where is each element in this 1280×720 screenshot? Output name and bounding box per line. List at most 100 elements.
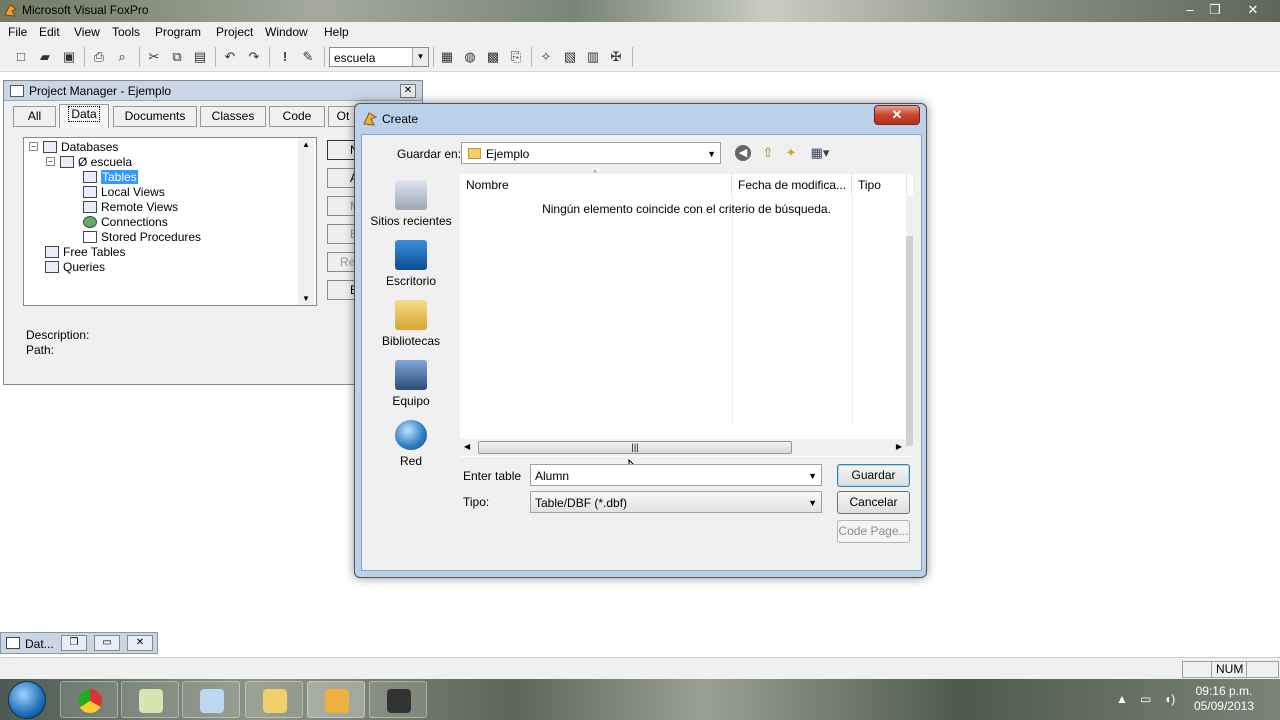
new-file-icon[interactable]: □ (12, 48, 30, 66)
menu-help[interactable]: Help (324, 25, 349, 39)
close-button[interactable]: ✕ (1238, 1, 1268, 19)
start-button[interactable] (8, 681, 46, 719)
scroll-right-icon[interactable]: ▶ (896, 442, 902, 451)
new-folder-icon[interactable]: ✦ (782, 144, 800, 162)
tab-classes[interactable]: Classes (200, 106, 266, 127)
up-folder-icon[interactable]: ⇧ (759, 144, 777, 162)
taskbar-foxpro[interactable] (307, 681, 365, 718)
wizard-icon[interactable]: ✧ (537, 48, 555, 66)
back-icon[interactable]: ◀ (735, 145, 751, 161)
volume-icon[interactable]: ◖) (1164, 692, 1175, 706)
list-vertical-scrollbar[interactable] (906, 196, 913, 456)
column-header-modified[interactable]: Fecha de modifica... (732, 174, 852, 196)
chevron-down-icon[interactable]: ▼ (707, 149, 716, 159)
place-libraries[interactable]: Bibliotecas (362, 300, 460, 348)
paste-icon[interactable]: ▤ (191, 48, 209, 66)
database-combo[interactable]: escuela ▼ (329, 47, 429, 67)
menu-project[interactable]: Project (216, 25, 253, 39)
scroll-up-icon[interactable]: ▲ (302, 140, 310, 149)
type-select[interactable]: Table/DBF (*.dbf) ▼ (530, 491, 822, 513)
taskbar-explorer[interactable] (245, 681, 303, 718)
copy-icon[interactable]: ⧉ (168, 48, 186, 66)
code-references-icon[interactable]: ▥ (584, 48, 602, 66)
taskbar-chrome[interactable] (60, 681, 118, 718)
toolbox-icon[interactable]: ✠ (607, 48, 625, 66)
tree-vertical-scrollbar[interactable]: ▲ ▼ (298, 138, 314, 305)
redo-icon[interactable]: ↷ (245, 48, 263, 66)
scroll-down-icon[interactable]: ▼ (302, 294, 310, 303)
undo-icon[interactable]: ↶ (221, 48, 239, 66)
tree-item-stored-procedures[interactable]: Stored Procedures (83, 230, 201, 245)
tree-item-queries[interactable]: Queries (45, 260, 105, 275)
table-name-input[interactable]: Alumn ▼ (530, 464, 822, 486)
chevron-down-icon[interactable]: ▼ (808, 498, 817, 508)
column-header-name[interactable]: Nombre (460, 174, 732, 196)
folder-icon (468, 148, 481, 159)
view-menu-icon[interactable]: ▦▾ (807, 144, 833, 162)
network-tray-icon[interactable]: ▭ (1140, 692, 1151, 706)
command-window-icon[interactable]: ▦ (438, 48, 456, 66)
place-recent[interactable]: Sitios recientes (362, 180, 460, 228)
restore-icon[interactable]: ❐ (61, 635, 87, 651)
place-network[interactable]: Red (362, 420, 460, 468)
scrollbar-thumb[interactable] (906, 236, 913, 446)
maximize-icon[interactable]: ▭ (94, 635, 120, 651)
print-icon[interactable]: ⎙ (90, 48, 108, 66)
notepad-icon (200, 689, 224, 713)
menu-tools[interactable]: Tools (112, 25, 140, 39)
open-folder-icon[interactable]: ▰ (36, 48, 54, 66)
place-computer[interactable]: Equipo (362, 360, 460, 408)
save-in-combo[interactable]: Ejemplo ▼ (461, 142, 721, 164)
close-icon[interactable]: ✕ (400, 84, 416, 98)
tree-item-free-tables[interactable]: Free Tables (45, 245, 125, 260)
chevron-down-icon[interactable]: ▼ (412, 48, 428, 66)
scrollbar-thumb[interactable]: ||| (478, 441, 792, 454)
data-session-icon[interactable]: ◍ (461, 48, 479, 66)
menu-window[interactable]: Window (265, 25, 308, 39)
menu-edit[interactable]: Edit (39, 25, 60, 39)
tree-item-databases[interactable]: Databases (43, 140, 118, 155)
tab-documents[interactable]: Documents (113, 106, 197, 127)
close-icon[interactable]: ✕ (127, 635, 153, 651)
scroll-left-icon[interactable]: ◀ (464, 442, 470, 451)
database-designer-icon[interactable]: ▩ (484, 48, 502, 66)
column-header-type[interactable]: Tipo (852, 174, 907, 196)
run-icon[interactable]: ! (276, 48, 294, 66)
tab-code-label: Code (282, 109, 312, 123)
save-icon[interactable]: ▣ (60, 48, 78, 66)
modify-form-icon[interactable]: ✎ (299, 48, 317, 66)
menu-program[interactable]: Program (155, 25, 201, 39)
cut-icon[interactable]: ✂ (145, 48, 163, 66)
maximize-button[interactable]: ❐ (1200, 1, 1230, 19)
project-manager-titlebar[interactable]: Project Manager - Ejemplo ✕ (4, 81, 422, 101)
tab-code[interactable]: Code (269, 106, 325, 127)
clock[interactable]: 09:16 p.m. 05/09/2013 (1194, 684, 1254, 714)
tree-item-remote-views[interactable]: Remote Views (83, 200, 178, 215)
tab-all[interactable]: All (13, 106, 56, 127)
menu-view[interactable]: View (74, 25, 100, 39)
close-icon[interactable]: ✕ (874, 105, 920, 125)
tree-item-local-views[interactable]: Local Views (83, 185, 165, 200)
place-desktop[interactable]: Escritorio (362, 240, 460, 288)
show-hidden-icons-icon[interactable]: ▲ (1116, 692, 1128, 706)
taskbar-notes[interactable] (121, 681, 179, 718)
taskbar-recorder[interactable] (369, 681, 427, 718)
save-button[interactable]: Guardar (837, 464, 910, 487)
list-horizontal-scrollbar[interactable]: ◀ ||| ▶ (460, 439, 906, 456)
form-wizard-icon[interactable]: ▧ (561, 48, 579, 66)
tree-item-database-escuela[interactable]: Ø escuela (60, 155, 132, 170)
collapse-icon[interactable]: − (46, 157, 55, 166)
chevron-down-icon[interactable]: ▼ (808, 471, 817, 481)
menu-file[interactable]: File (8, 25, 27, 39)
collapse-icon[interactable]: − (29, 142, 38, 151)
print-preview-icon[interactable]: ⌕ (113, 48, 131, 66)
code-page-button[interactable]: Code Page... (837, 520, 910, 543)
minimized-window[interactable]: Dat... ❐ ▭ ✕ (0, 632, 158, 654)
tree-item-connections[interactable]: Connections (83, 215, 168, 230)
cancel-button[interactable]: Cancelar (837, 491, 910, 514)
tree-item-tables[interactable]: Tables (83, 170, 138, 185)
tab-data[interactable]: Data (59, 104, 109, 128)
report-designer-icon[interactable]: ⎘ (507, 48, 525, 66)
taskbar-notepad[interactable] (182, 681, 240, 718)
file-list[interactable]: ^ Nombre Fecha de modifica... Tipo Ningú… (460, 169, 913, 457)
